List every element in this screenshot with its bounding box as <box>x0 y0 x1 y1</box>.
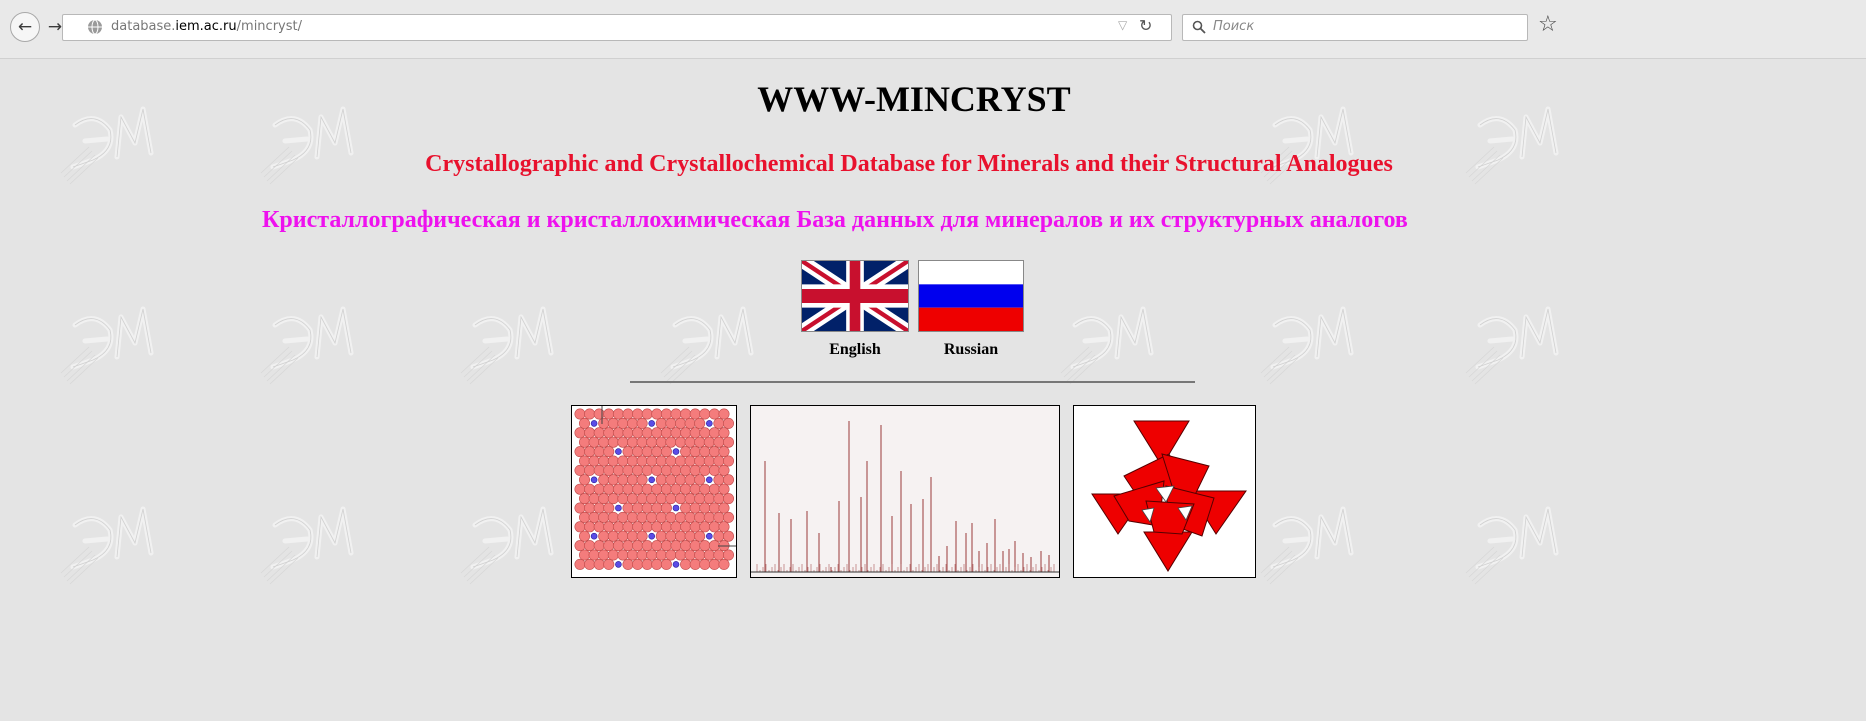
reload-icon[interactable]: ↻ <box>1139 16 1152 35</box>
address-bar[interactable]: database.iem.ac.ru/mincryst/ ▽ ↻ <box>62 14 1172 41</box>
english-link[interactable]: English <box>801 341 909 359</box>
globe-icon <box>88 19 102 35</box>
subtitle-english: Crystallographic and Crystallochemical D… <box>425 151 1393 177</box>
search-icon <box>1192 20 1206 34</box>
url-text: database.iem.ac.ru/mincryst/ <box>111 19 302 34</box>
bookmark-star-icon[interactable]: ☆ <box>1538 12 1558 37</box>
horizontal-divider <box>630 381 1195 383</box>
watermark-logo <box>260 306 354 385</box>
watermark-logo <box>1260 306 1354 385</box>
watermark-logo <box>460 306 554 385</box>
watermark-logo <box>260 506 354 585</box>
russian-link[interactable]: Russian <box>918 341 1024 359</box>
polyhedra-image[interactable] <box>1073 405 1256 578</box>
russia-flag-icon <box>919 261 1023 331</box>
watermark-logo <box>460 506 554 585</box>
search-placeholder: Поиск <box>1213 19 1255 34</box>
russian-flag-link[interactable] <box>918 260 1024 332</box>
search-input[interactable]: Поиск <box>1182 14 1528 41</box>
url-prefix: database. <box>111 19 176 34</box>
english-flag-link[interactable] <box>801 260 909 332</box>
uk-flag-icon <box>802 261 908 331</box>
watermark-logo <box>660 306 754 385</box>
watermark-logo <box>60 506 154 585</box>
watermark-logo <box>1465 506 1559 585</box>
crystal-structure-image[interactable] <box>571 405 737 578</box>
url-path: /mincryst/ <box>236 19 302 34</box>
dropdown-icon[interactable]: ▽ <box>1118 18 1127 32</box>
watermark-logo <box>60 306 154 385</box>
watermark-logo <box>1060 306 1154 385</box>
subtitle-russian: Кристаллографическая и кристаллохимическ… <box>262 207 1408 233</box>
diffraction-pattern-image[interactable] <box>750 405 1060 578</box>
page-title: WWW-MINCRYST <box>757 79 1071 119</box>
browser-toolbar: ← → database.iem.ac.ru/mincryst/ ▽ ↻ Пои… <box>0 0 1866 59</box>
watermark-logo <box>1260 506 1354 585</box>
back-arrow-icon[interactable]: ← <box>10 12 40 42</box>
watermark-logo <box>1465 306 1559 385</box>
url-host: iem.ac.ru <box>175 19 237 34</box>
